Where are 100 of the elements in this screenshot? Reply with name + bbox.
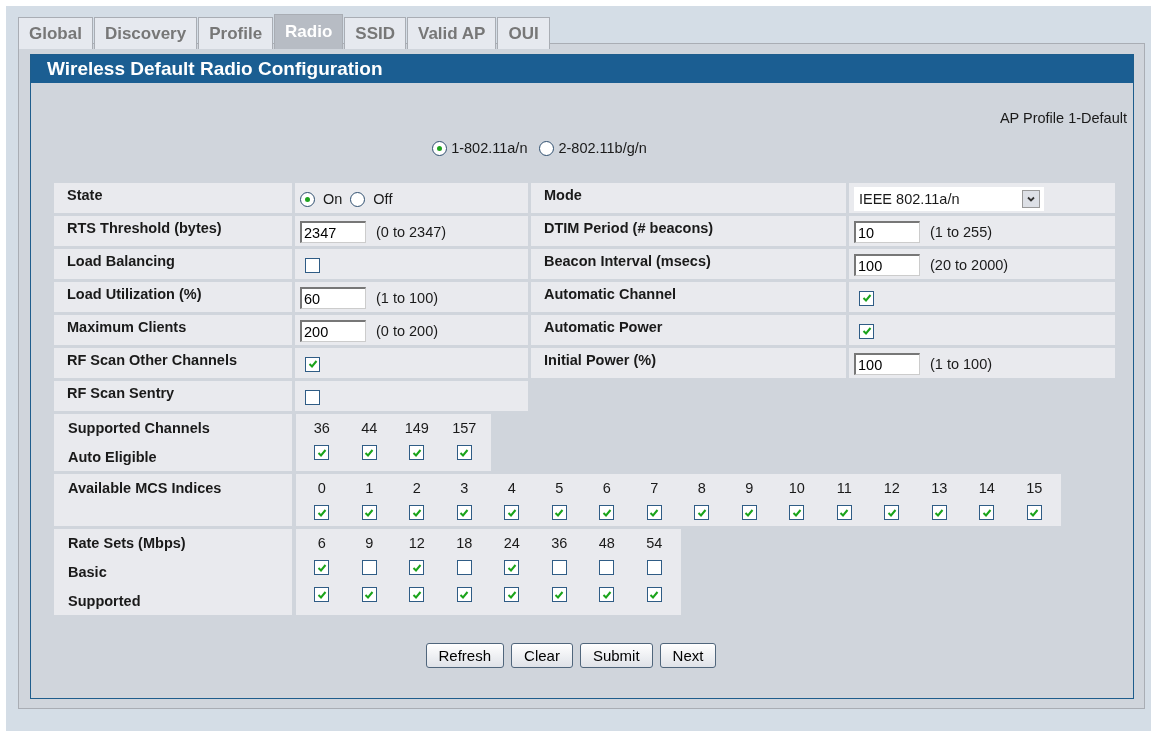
mcs-index: 7 <box>650 479 659 498</box>
action-button[interactable]: Submit <box>579 643 653 668</box>
checkbox[interactable] <box>456 560 472 575</box>
checkbox[interactable] <box>456 587 472 602</box>
checkbox[interactable] <box>859 323 874 339</box>
checkbox[interactable] <box>741 505 757 520</box>
mode-dropdown[interactable]: IEEE 802.11a/n <box>854 187 1044 211</box>
mcs-index: 3 <box>460 479 469 498</box>
checkbox[interactable] <box>599 587 615 602</box>
field-label: RF Scan Sentry <box>54 381 292 411</box>
mcs-index: 4 <box>507 479 516 498</box>
input-field[interactable]: 100 <box>854 254 920 276</box>
checkbox[interactable] <box>551 505 567 520</box>
checkbox[interactable] <box>551 587 567 602</box>
radio-label: 1-802.11a/n <box>451 140 528 156</box>
tab[interactable]: Valid AP <box>407 17 497 49</box>
checkbox[interactable] <box>456 445 472 460</box>
channel-number: 44 <box>361 419 378 438</box>
checkbox[interactable] <box>314 505 330 520</box>
checkbox[interactable] <box>551 560 567 575</box>
action-button[interactable]: Next <box>659 643 717 668</box>
checkbox[interactable] <box>789 505 805 520</box>
radio-label: 2-802.11b/g/n <box>558 140 647 156</box>
rate-value: 18 <box>456 534 473 553</box>
range-hint: (1 to 100) <box>376 290 439 306</box>
profile-label: AP Profile 1-Default <box>998 109 1128 128</box>
radio-button[interactable] <box>350 191 366 207</box>
range-hint: (20 to 2000) <box>930 257 1009 273</box>
tab[interactable]: OUI <box>497 17 550 49</box>
checkbox[interactable] <box>361 560 377 575</box>
checkbox[interactable] <box>305 257 320 273</box>
checkbox[interactable] <box>409 560 425 575</box>
checkbox[interactable] <box>884 505 900 520</box>
radio-button[interactable] <box>300 191 315 207</box>
checkbox[interactable] <box>646 587 662 602</box>
mcs-index: 9 <box>745 479 754 498</box>
radio-button[interactable] <box>539 140 555 156</box>
checkbox[interactable] <box>979 505 995 520</box>
checkbox[interactable] <box>456 505 472 520</box>
checkbox[interactable] <box>305 356 320 372</box>
checkbox[interactable] <box>504 505 520 520</box>
checkbox[interactable] <box>409 505 425 520</box>
checkbox[interactable] <box>646 505 662 520</box>
field-label: Supported Channels <box>68 419 211 438</box>
checkbox[interactable] <box>859 290 874 306</box>
range-hint: (0 to 200) <box>376 323 439 339</box>
field-label: Automatic Channel <box>531 282 846 312</box>
rate-value: 24 <box>503 534 520 553</box>
input-field[interactable]: 10 <box>854 221 920 243</box>
tab[interactable]: SSID <box>344 17 406 49</box>
checkbox[interactable] <box>409 445 425 460</box>
tab[interactable]: Discovery <box>93 17 198 49</box>
checkbox[interactable] <box>361 505 377 520</box>
input-field[interactable]: 2347 <box>300 221 366 243</box>
checkbox[interactable] <box>504 560 520 575</box>
mcs-index: 2 <box>412 479 421 498</box>
tab[interactable]: Global <box>18 17 93 49</box>
checkbox[interactable] <box>314 445 330 460</box>
field-label: Supported <box>68 592 142 611</box>
range-hint: (1 to 255) <box>930 224 993 240</box>
checkbox[interactable] <box>504 587 520 602</box>
checkbox[interactable] <box>314 560 330 575</box>
tab[interactable]: Profile <box>198 17 274 49</box>
mcs-index: 14 <box>978 479 995 498</box>
rate-value: 12 <box>408 534 425 553</box>
checkbox[interactable] <box>361 445 377 460</box>
checkbox[interactable] <box>836 505 852 520</box>
action-button[interactable]: Clear <box>511 643 573 668</box>
range-hint: (1 to 100) <box>930 356 993 372</box>
field-label: State <box>54 183 292 213</box>
checkbox[interactable] <box>646 560 662 575</box>
checkbox[interactable] <box>931 505 947 520</box>
checkbox[interactable] <box>599 560 615 575</box>
checkbox[interactable] <box>361 587 377 602</box>
checkbox[interactable] <box>409 587 425 602</box>
checkbox[interactable] <box>694 505 710 520</box>
mcs-index: 10 <box>788 479 805 498</box>
channel-number: 157 <box>452 419 477 438</box>
input-field[interactable]: 100 <box>854 353 920 375</box>
mcs-index: 15 <box>1026 479 1043 498</box>
checkbox[interactable] <box>1026 505 1042 520</box>
input-field[interactable]: 200 <box>300 320 366 342</box>
radio-label: Off <box>373 191 393 207</box>
input-field[interactable]: 60 <box>300 287 366 309</box>
mcs-index: 1 <box>365 479 374 498</box>
field-label: Beacon Interval (msecs) <box>531 249 846 279</box>
range-hint: (0 to 2347) <box>376 224 447 240</box>
field-label: Load Balancing <box>54 249 292 279</box>
action-button[interactable]: Refresh <box>425 643 505 668</box>
mcs-index: 0 <box>317 479 326 498</box>
mcs-index: 13 <box>931 479 948 498</box>
radio-button[interactable] <box>432 140 448 156</box>
field-label: Rate Sets (Mbps) <box>68 534 187 553</box>
checkbox[interactable] <box>314 587 330 602</box>
field-label: Automatic Power <box>531 315 846 345</box>
mcs-index: 5 <box>555 479 564 498</box>
mcs-index: 11 <box>836 479 852 498</box>
checkbox[interactable] <box>305 389 320 405</box>
checkbox[interactable] <box>599 505 615 520</box>
channel-number: 36 <box>313 419 330 438</box>
